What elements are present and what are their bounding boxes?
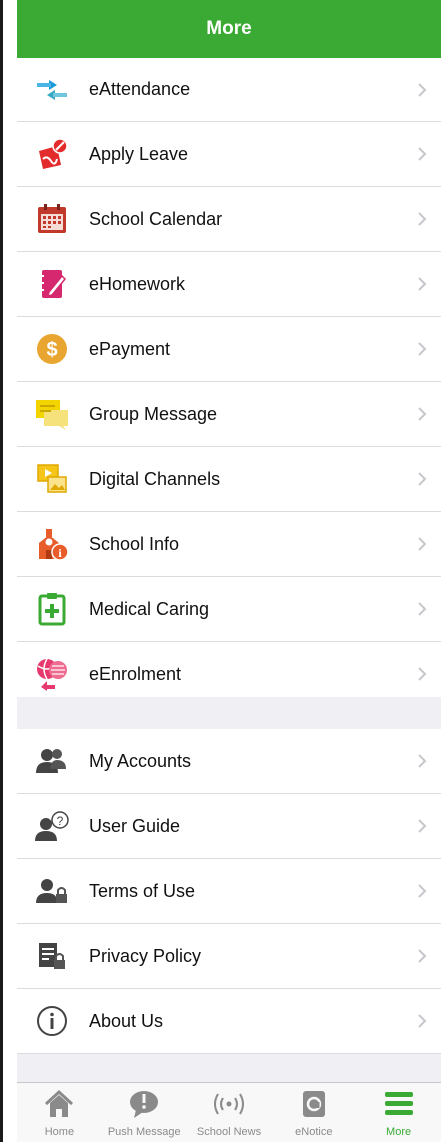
tab-more[interactable]: More	[356, 1083, 441, 1142]
nav-bar: More	[17, 0, 441, 58]
tab-school-news[interactable]: School News	[187, 1083, 272, 1142]
app-screen: More eAttendance Apply Leave School Cale…	[0, 0, 441, 1142]
group-message-icon	[35, 397, 69, 431]
chevron-right-icon	[418, 949, 427, 963]
svg-text:$: $	[46, 339, 57, 361]
menu-item-label: eHomework	[89, 273, 186, 294]
apply-leave-icon	[35, 137, 69, 171]
tab-home[interactable]: Home	[17, 1083, 102, 1142]
menu-item-label: Apply Leave	[89, 143, 189, 164]
menu-bars-icon	[384, 1092, 413, 1115]
menu-item-school-calendar[interactable]: School Calendar	[17, 187, 441, 252]
info-circle-icon	[35, 1004, 69, 1038]
user-guide-icon: ?	[35, 809, 69, 843]
menu-item-apply-leave[interactable]: Apply Leave	[17, 122, 441, 187]
menu-item-my-accounts[interactable]: My Accounts	[17, 729, 441, 794]
menu-item-epayment[interactable]: $ ePayment	[17, 317, 441, 382]
chevron-right-icon	[418, 147, 427, 161]
chevron-right-icon	[418, 884, 427, 898]
homework-icon	[35, 267, 69, 301]
menu-item-label: Terms of Use	[89, 880, 196, 901]
enrolment-sports-icon	[35, 657, 69, 691]
page-title: More	[206, 18, 252, 39]
menu-item-digital-channels[interactable]: Digital Channels	[17, 447, 441, 512]
digital-channels-icon	[35, 462, 69, 496]
menu-item-label: eEnrolment	[89, 663, 182, 684]
chevron-right-icon	[418, 82, 427, 97]
tab-bar: Home Push Message School News eNotice Mo…	[17, 1082, 441, 1142]
accounts-icon	[35, 744, 69, 778]
tab-label: More	[386, 1126, 412, 1138]
terms-lock-icon	[35, 874, 69, 908]
menu-item-terms-of-use[interactable]: Terms of Use	[17, 859, 441, 924]
svg-text:?: ?	[57, 814, 64, 828]
menu-item-label: School Info	[89, 533, 180, 554]
tab-label: School News	[196, 1126, 262, 1138]
calendar-icon	[35, 202, 69, 236]
settings-menu: My Accounts ? User Guide Terms of Use Pr…	[17, 729, 441, 1054]
tab-label: eNotice	[295, 1126, 333, 1138]
menu-item-label: My Accounts	[89, 750, 192, 771]
menu-item-label: eAttendance	[89, 79, 191, 99]
menu-item-privacy-policy[interactable]: Privacy Policy	[17, 924, 441, 989]
tab-label: Push Message	[107, 1126, 181, 1138]
chevron-right-icon	[418, 667, 427, 681]
chevron-right-icon	[418, 342, 427, 356]
chevron-right-icon	[418, 602, 427, 616]
menu-item-group-message[interactable]: Group Message	[17, 382, 441, 447]
menu-item-label: Group Message	[89, 403, 218, 424]
menu-item-label: About Us	[89, 1010, 164, 1031]
tab-push-message[interactable]: Push Message	[102, 1083, 187, 1142]
home-icon	[45, 1089, 74, 1117]
privacy-document-icon	[35, 939, 69, 973]
tab-label: Home	[44, 1126, 75, 1138]
chevron-right-icon	[418, 537, 427, 551]
menu-item-about-us[interactable]: About Us	[17, 989, 441, 1054]
tab-enotice[interactable]: eNotice	[271, 1083, 356, 1142]
medical-clipboard-icon	[35, 592, 69, 626]
school-info-icon: i	[35, 527, 69, 561]
dollar-coin-icon: $	[35, 332, 69, 366]
menu-item-eattendance[interactable]: eAttendance	[17, 58, 441, 122]
menu-item-user-guide[interactable]: ? User Guide	[17, 794, 441, 859]
chevron-right-icon	[418, 407, 427, 421]
chevron-right-icon	[418, 1014, 427, 1028]
feature-menu: eAttendance Apply Leave School Calendar …	[17, 58, 441, 707]
menu-item-medical-caring[interactable]: Medical Caring	[17, 577, 441, 642]
menu-item-ehomework[interactable]: eHomework	[17, 252, 441, 317]
menu-item-school-info[interactable]: i School Info	[17, 512, 441, 577]
menu-item-label: School Calendar	[89, 208, 223, 229]
bottom-gap	[17, 1054, 441, 1082]
section-gap	[17, 697, 441, 729]
push-message-icon	[130, 1091, 159, 1118]
menu-item-label: Privacy Policy	[89, 945, 202, 966]
chevron-right-icon	[418, 754, 427, 768]
chevron-right-icon	[418, 819, 427, 833]
menu-item-label: User Guide	[89, 815, 181, 836]
chevron-right-icon	[418, 277, 427, 291]
broadcast-icon	[213, 1093, 244, 1115]
menu-item-label: Medical Caring	[89, 598, 210, 619]
attendance-arrows-icon	[35, 73, 69, 107]
menu-item-label: ePayment	[89, 338, 171, 359]
menu-item-label: Digital Channels	[89, 468, 221, 489]
chevron-right-icon	[418, 212, 427, 226]
enotice-icon	[302, 1091, 325, 1117]
chevron-right-icon	[418, 472, 427, 486]
